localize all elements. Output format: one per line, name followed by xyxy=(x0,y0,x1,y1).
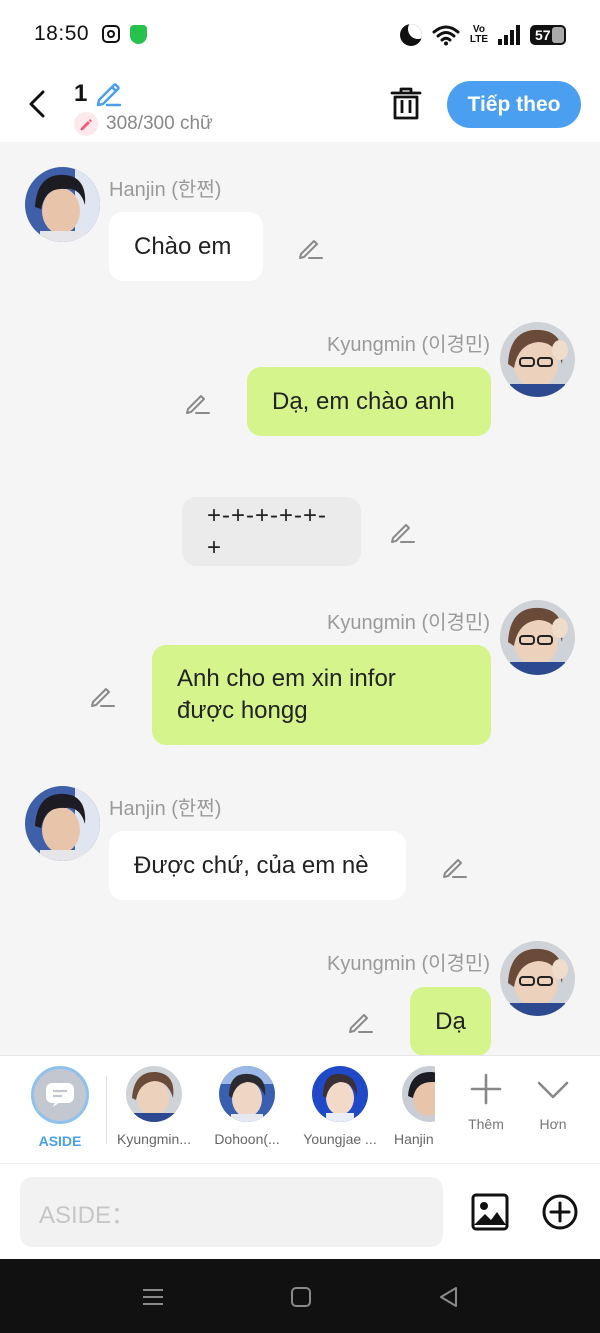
volte-icon: Vo LTE xyxy=(469,24,488,45)
avatar-hanjin[interactable] xyxy=(25,786,100,861)
shield-icon xyxy=(130,25,147,44)
sender-name: Kyungmin (이경민) xyxy=(326,953,490,975)
edit-message-icon[interactable] xyxy=(297,233,325,261)
delete-button[interactable] xyxy=(386,84,426,124)
character-selector: ASIDE Kyungmin... Dohoon(... Youngjae ..… xyxy=(0,1055,600,1163)
message-bubble[interactable]: Dạ xyxy=(410,987,491,1056)
sender-name: Hanjin (한쩐) xyxy=(109,179,222,201)
system-nav-bar xyxy=(0,1259,600,1333)
battery-icon: 57 xyxy=(530,25,566,45)
aside-avatar xyxy=(31,1066,89,1124)
edit-message-icon[interactable] xyxy=(184,388,212,416)
add-character-button[interactable]: Thêm xyxy=(456,1072,516,1132)
avatar xyxy=(401,1066,435,1122)
avatar-kyungmin[interactable] xyxy=(500,941,575,1016)
image-button[interactable] xyxy=(470,1192,510,1232)
plus-icon xyxy=(470,1073,502,1105)
moon-icon xyxy=(399,24,422,46)
edit-message-icon[interactable] xyxy=(89,681,117,709)
avatar xyxy=(312,1066,368,1122)
image-icon xyxy=(471,1193,509,1231)
avatar xyxy=(219,1066,275,1122)
chat-bubble-icon xyxy=(46,1083,74,1107)
more-button[interactable]: Hơn xyxy=(523,1072,583,1132)
char-counter: 308/300 chữ xyxy=(74,112,213,136)
message-input[interactable]: ASIDE： xyxy=(20,1177,443,1247)
wifi-icon xyxy=(432,25,460,46)
sender-name: Hanjin (한쩐) xyxy=(109,798,222,820)
character-label: Kyungmin... xyxy=(117,1131,191,1147)
character-kyungmin[interactable]: Kyungmin... xyxy=(109,1066,199,1147)
character-label: Youngjae ... xyxy=(303,1131,377,1147)
edit-title-icon[interactable] xyxy=(93,78,123,108)
add-button[interactable] xyxy=(540,1192,580,1232)
status-bar: 18:50 Vo LTE 57 xyxy=(0,0,600,70)
avatar-kyungmin[interactable] xyxy=(500,322,575,397)
more-label: Hơn xyxy=(539,1116,567,1132)
signal-icon xyxy=(498,25,520,45)
status-time: 18:50 xyxy=(34,22,90,45)
character-aside[interactable]: ASIDE xyxy=(15,1066,105,1149)
pencil-icon xyxy=(74,112,98,136)
avatar xyxy=(126,1066,182,1122)
back-button[interactable] xyxy=(22,84,52,124)
character-label: ASIDE xyxy=(38,1133,82,1149)
chat-area: Hanjin (한쩐) Chào em Kyungmin (이경민) Dạ, e… xyxy=(0,142,600,1056)
home-icon[interactable] xyxy=(289,1285,313,1309)
message-bubble[interactable]: Được chứ, của em nè xyxy=(109,831,406,900)
character-label: Hanjin xyxy=(394,1131,434,1147)
chevron-down-icon xyxy=(537,1081,569,1099)
character-dohoon[interactable]: Dohoon(... xyxy=(202,1066,292,1147)
character-youngjae[interactable]: Youngjae ... xyxy=(295,1066,385,1147)
add-label: Thêm xyxy=(468,1116,504,1132)
input-bar: ASIDE： xyxy=(0,1163,600,1259)
message-bubble[interactable]: Dạ, em chào anh xyxy=(247,367,491,436)
character-label: Dohoon(... xyxy=(214,1131,280,1147)
message-bubble[interactable]: Anh cho em xin infor được hongg xyxy=(152,645,491,745)
menu-icon[interactable] xyxy=(141,1285,165,1309)
divider xyxy=(106,1076,107,1144)
edit-message-icon[interactable] xyxy=(441,852,469,880)
next-button[interactable]: Tiếp theo xyxy=(447,81,581,128)
message-bubble[interactable]: Chào em xyxy=(109,212,263,281)
chevron-left-icon xyxy=(29,90,45,118)
trash-icon xyxy=(390,87,422,120)
avatar-kyungmin[interactable] xyxy=(500,600,575,675)
plus-circle-icon xyxy=(542,1194,578,1230)
edit-message-icon[interactable] xyxy=(347,1007,375,1035)
edit-message-icon[interactable] xyxy=(389,517,417,545)
aside-bubble[interactable]: +-+-+-+-+-+ xyxy=(182,497,361,566)
character-hanjin[interactable]: Hanjin xyxy=(390,1066,435,1147)
page-title: 1 xyxy=(74,80,88,107)
avatar-hanjin[interactable] xyxy=(25,167,100,242)
sender-name: Kyungmin (이경민) xyxy=(326,612,490,634)
instagram-icon xyxy=(102,25,120,43)
header: 1 308/300 chữ Tiếp theo xyxy=(0,70,600,142)
back-triangle-icon[interactable] xyxy=(437,1285,461,1309)
char-count-text: 308/300 chữ xyxy=(106,113,213,134)
sender-name: Kyungmin (이경민) xyxy=(326,334,490,356)
